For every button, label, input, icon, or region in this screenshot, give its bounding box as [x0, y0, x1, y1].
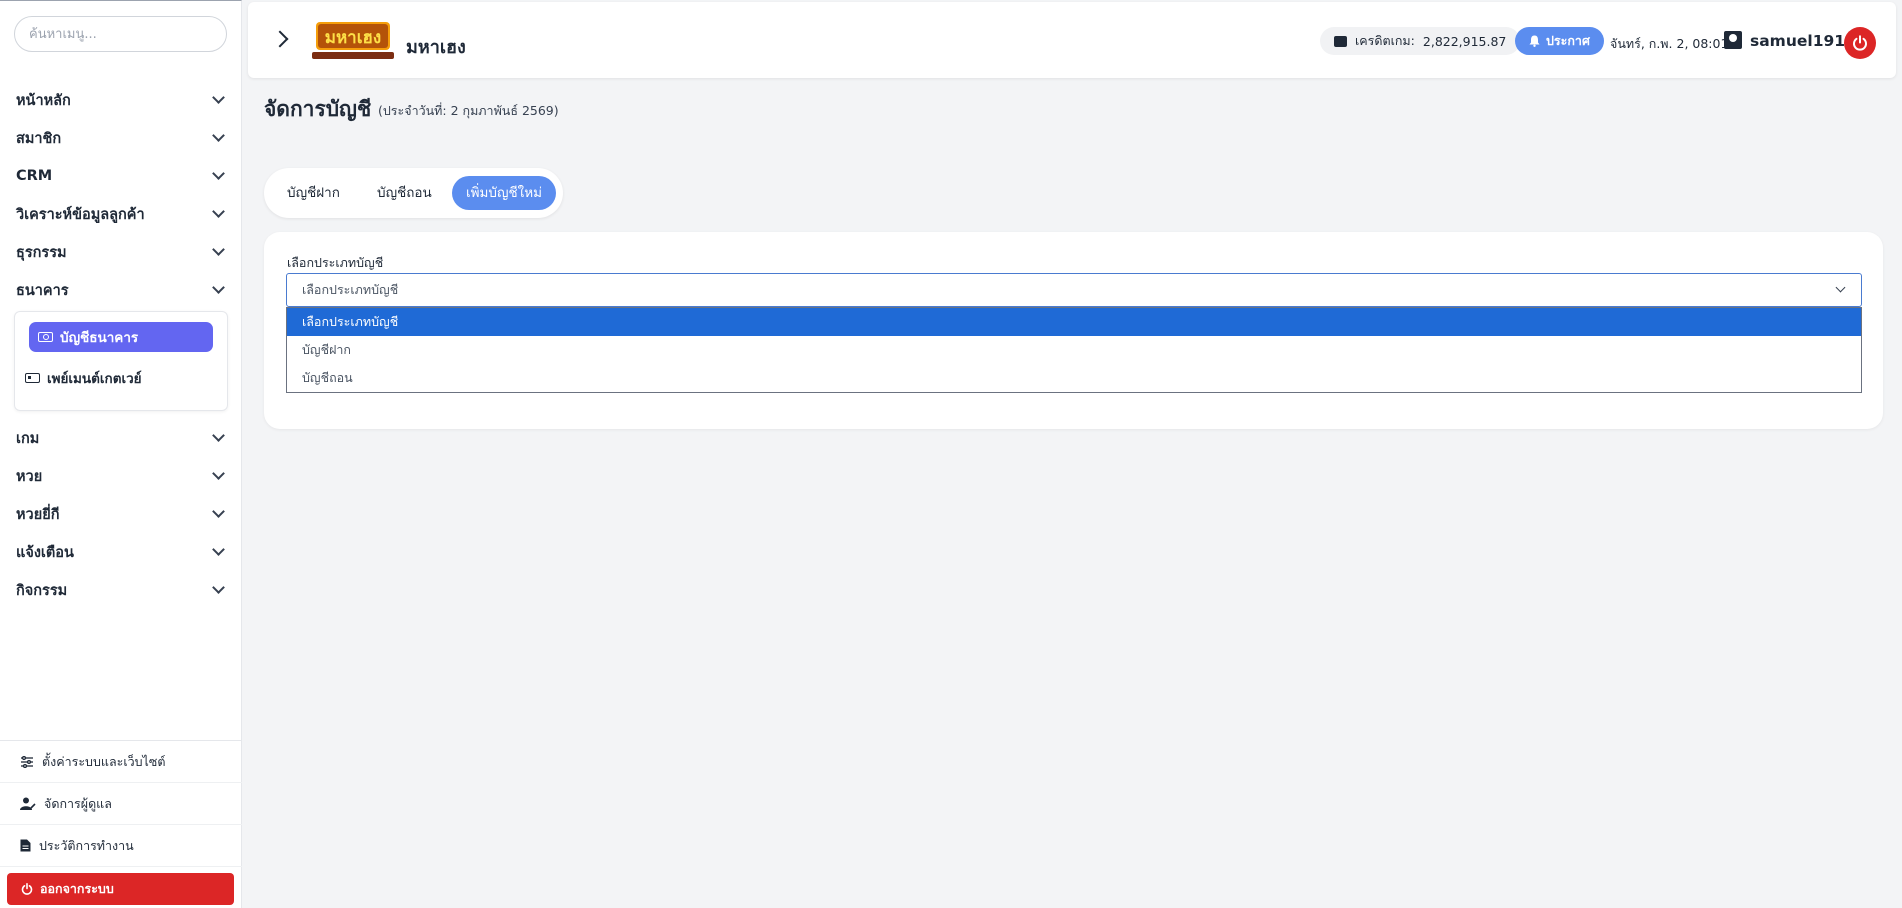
activity-history-label: ประวัติการทำงาน — [39, 837, 134, 853]
credit-value: 2,822,915.87 — [1422, 33, 1507, 49]
logout-label: ออกจากระบบ — [40, 881, 114, 896]
user-badge-icon — [1724, 31, 1742, 49]
sidebar-item-activities[interactable]: กิจกรรม — [0, 571, 242, 609]
sidebar-item-notifications[interactable]: แจ้งเตือน — [0, 533, 242, 571]
chevron-down-icon — [212, 581, 225, 594]
account-type-label: เลือกประเภทบัญชี — [287, 255, 384, 270]
credit-label: เครดิตเกม: — [1355, 33, 1415, 48]
power-button[interactable] — [1844, 27, 1876, 59]
sidebar-item-home[interactable]: หน้าหลัก — [0, 81, 242, 119]
account-type-selected-value: เลือกประเภทบัญชี — [302, 282, 399, 297]
sidebar-item-payment-gateway[interactable]: เพย์เมนต์เกตเวย์ — [15, 363, 227, 393]
account-type-option[interactable]: เลือกประเภทบัญชี — [287, 308, 1861, 336]
chevron-down-icon — [212, 167, 225, 180]
sidebar-item-label: บัญชีธนาคาร — [60, 330, 139, 346]
username: samuel191s — [1750, 32, 1855, 50]
account-type-options: เลือกประเภทบัญชี บัญชีฝาก บัญชีถอน — [286, 307, 1862, 393]
chevron-down-icon — [212, 91, 225, 104]
sidebar: หน้าหลัก สมาชิก CRM วิเคราะห์ข้อมูลลูกค้… — [0, 0, 242, 908]
current-datetime: จันทร์, ก.พ. 2, 08:01 — [1610, 36, 1729, 51]
chevron-down-icon — [212, 205, 225, 218]
sidebar-item-yiki-lottery[interactable]: หวยยี่กี — [0, 495, 242, 533]
sidebar-item-bank-accounts[interactable]: บัญชีธนาคาร — [29, 322, 213, 352]
file-icon — [20, 839, 31, 852]
sidebar-item-label: ธนาคาร — [16, 282, 69, 299]
brand-name: มหาเฮง — [406, 37, 466, 58]
sidebar-item-bank[interactable]: ธนาคาร — [0, 271, 242, 309]
system-settings-link[interactable]: ตั้งค่าระบบและเว็บไซต์ — [0, 741, 242, 783]
announcement-label: ประกาศ — [1546, 33, 1590, 48]
chevron-down-icon — [212, 543, 225, 556]
page-subtitle: (ประจำวันที่: 2 กุมภาพันธ์ 2569) — [378, 103, 559, 118]
chevron-down-icon — [212, 129, 225, 142]
menu-search-input[interactable] — [14, 16, 227, 52]
sidebar-item-label: ธุรกรรม — [16, 244, 67, 261]
tab-withdraw-accounts[interactable]: บัญชีถอน — [377, 176, 432, 210]
sidebar-item-label: แจ้งเตือน — [16, 544, 74, 561]
sidebar-item-customer-analytics[interactable]: วิเคราะห์ข้อมูลลูกค้า — [0, 195, 242, 233]
sidebar-item-label: หน้าหลัก — [16, 92, 71, 109]
manage-admins-label: จัดการผู้ดูแล — [44, 795, 112, 811]
tab-add-new-account[interactable]: เพิ่มบัญชีใหม่ — [452, 176, 556, 210]
sidebar-item-label: เกม — [16, 430, 40, 447]
tab-deposit-accounts[interactable]: บัญชีฝาก — [287, 176, 340, 210]
manage-admins-link[interactable]: จัดการผู้ดูแล — [0, 783, 242, 825]
chevron-down-icon — [212, 505, 225, 518]
activity-history-link[interactable]: ประวัติการทำงาน — [0, 825, 242, 867]
wallet-icon — [1334, 35, 1347, 47]
account-type-option[interactable]: บัญชีถอน — [287, 364, 1861, 392]
sidebar-bottom: ตั้งค่าระบบและเว็บไซต์ จัดการผู้ดูแล ประ… — [0, 740, 242, 867]
sidebar-item-lottery[interactable]: หวย — [0, 457, 242, 495]
user-edit-icon — [20, 797, 36, 810]
sidebar-item-label: เพย์เมนต์เกตเวย์ — [47, 371, 142, 387]
bank-submenu: บัญชีธนาคาร เพย์เมนต์เกตเวย์ — [14, 311, 228, 411]
system-settings-label: ตั้งค่าระบบและเว็บไซต์ — [42, 753, 166, 769]
sidebar-nav: หน้าหลัก สมาชิก CRM วิเคราะห์ข้อมูลลูกค้… — [0, 81, 242, 609]
chevron-down-icon — [212, 281, 225, 294]
id-card-icon — [25, 373, 40, 383]
sidebar-item-members[interactable]: สมาชิก — [0, 119, 242, 157]
page-title: จัดการบัญชี — [264, 97, 372, 121]
account-form-card: เลือกประเภทบัญชี เลือกประเภทบัญชี เลือกป… — [264, 232, 1883, 429]
sidebar-item-label: วิเคราะห์ข้อมูลลูกค้า — [16, 206, 145, 223]
power-icon — [1853, 35, 1867, 51]
account-tabs: บัญชีฝาก บัญชีถอน เพิ่มบัญชีใหม่ — [264, 168, 563, 218]
banknote-icon — [38, 332, 53, 342]
bell-icon — [1529, 35, 1540, 47]
sidebar-item-crm[interactable]: CRM — [0, 157, 242, 195]
sidebar-item-transactions[interactable]: ธุรกรรม — [0, 233, 242, 271]
sidebar-item-label: CRM — [16, 168, 53, 184]
account-type-select[interactable]: เลือกประเภทบัญชี — [286, 273, 1862, 307]
sidebar-item-label: สมาชิก — [16, 130, 62, 147]
account-type-option[interactable]: บัญชีฝาก — [287, 336, 1861, 364]
chevron-right-icon[interactable] — [271, 30, 289, 48]
chevron-down-icon — [212, 467, 225, 480]
power-icon — [21, 883, 33, 895]
top-header: มหาเฮง มหาเฮง เครดิตเกม: 2,822,915.87 ปร… — [248, 2, 1896, 78]
chevron-down-icon — [1835, 282, 1846, 293]
sliders-icon — [21, 755, 33, 768]
brand-logo: มหาเฮง — [312, 22, 394, 59]
game-credit-badge: เครดิตเกม: 2,822,915.87 — [1320, 27, 1521, 55]
sidebar-item-label: หวยยี่กี — [16, 506, 60, 523]
svg-text:มหาเฮง: มหาเฮง — [325, 28, 381, 48]
announcement-button[interactable]: ประกาศ — [1515, 27, 1604, 55]
logout-button[interactable]: ออกจากระบบ — [7, 873, 234, 905]
chevron-down-icon — [212, 243, 225, 256]
sidebar-item-label: กิจกรรม — [16, 582, 68, 599]
sidebar-item-games[interactable]: เกม — [0, 419, 242, 457]
chevron-down-icon — [212, 429, 225, 442]
sidebar-item-label: หวย — [16, 468, 43, 485]
